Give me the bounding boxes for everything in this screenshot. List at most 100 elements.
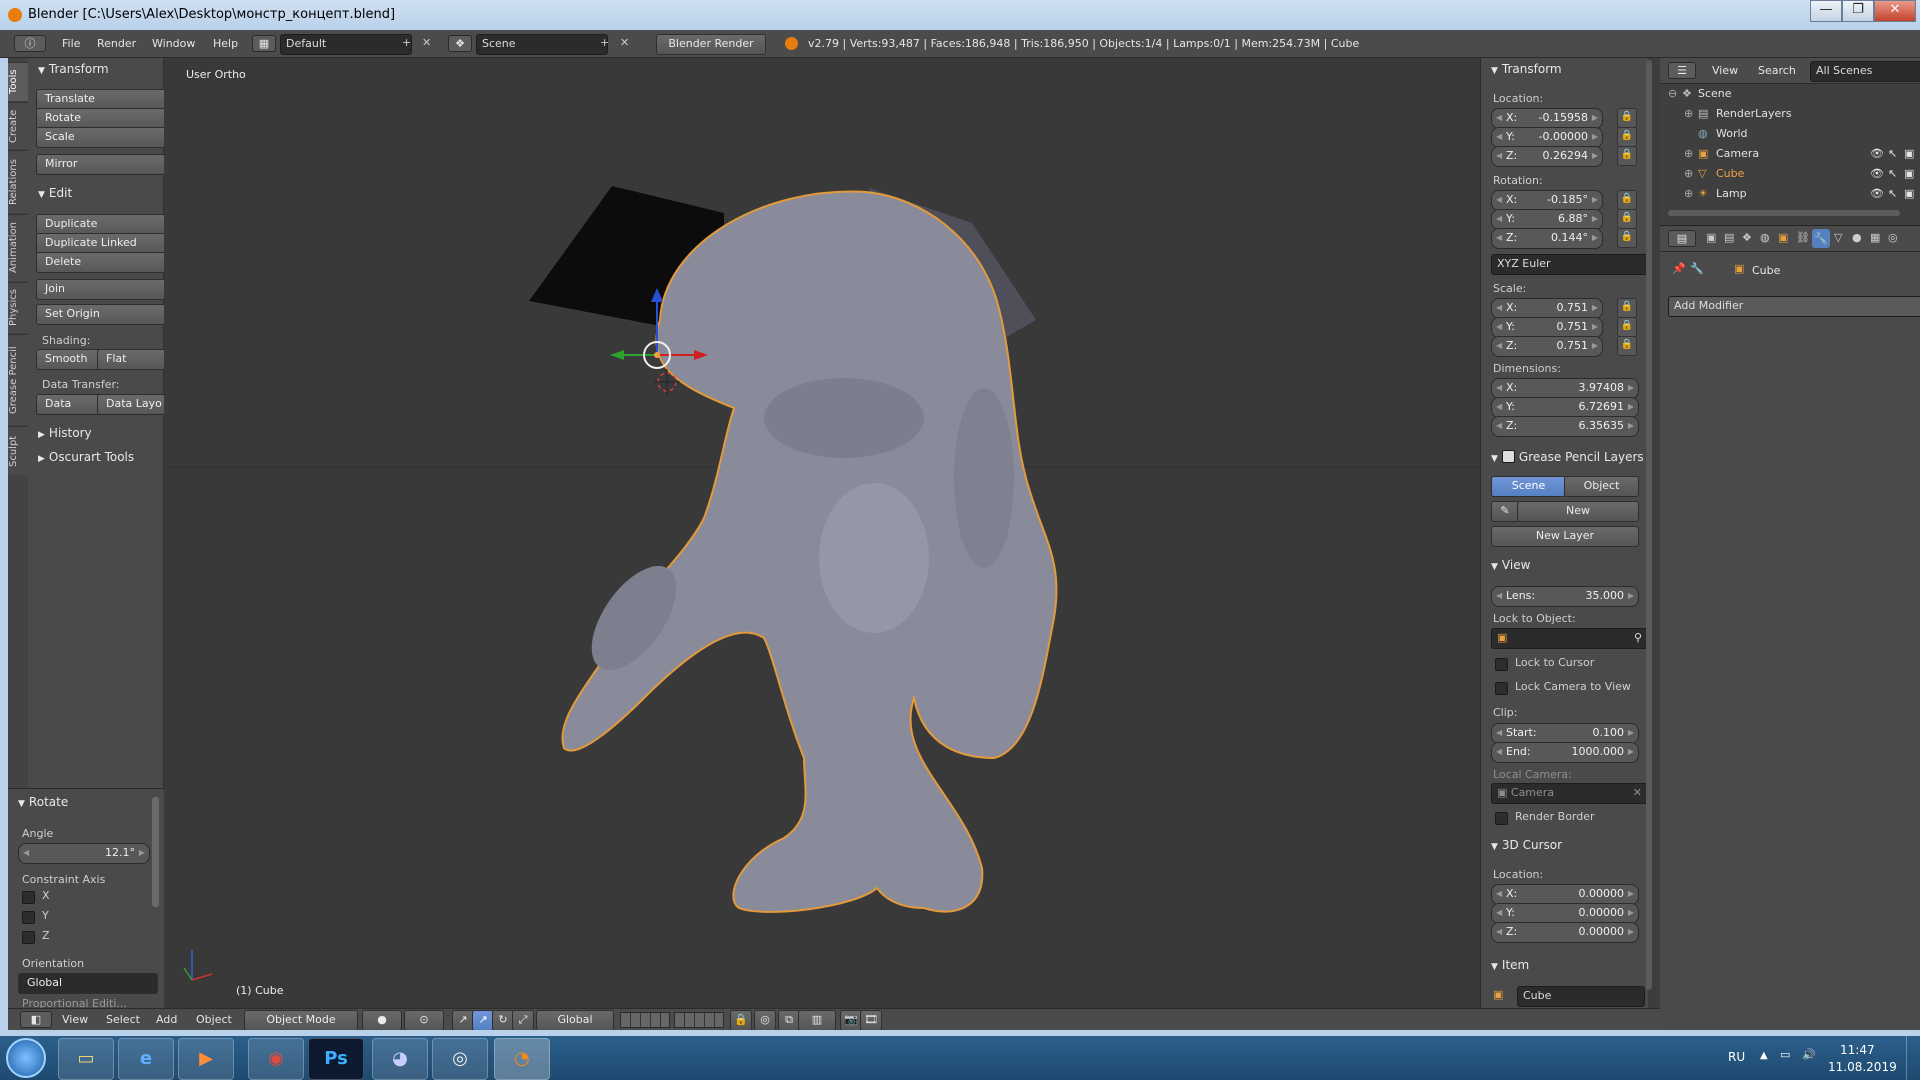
rotate-operator-header[interactable]: ▼ Rotate	[18, 795, 68, 809]
rotation-z-field[interactable]: ◀ Z: 0.144° ▶	[1491, 228, 1603, 249]
pin-icon[interactable]: 📌	[1672, 262, 1686, 275]
location-z-field[interactable]: ◀ Z: 0.26294 ▶	[1491, 146, 1603, 167]
outliner-search-menu[interactable]: Search	[1758, 64, 1796, 77]
lock-scale-x-icon[interactable]: 🔒	[1617, 298, 1637, 318]
media-player-taskbar-icon[interactable]: ▶	[178, 1038, 234, 1080]
add-layout-icon[interactable]: +	[402, 36, 411, 49]
cursor-y-field[interactable]: ◀ Y: 0.00000 ▶	[1491, 903, 1639, 924]
lock-location-z-icon[interactable]: 🔒	[1617, 146, 1637, 166]
join-button[interactable]: Join	[36, 279, 168, 300]
view-panel-header[interactable]: ▼ View	[1491, 558, 1530, 572]
add-menu[interactable]: Add	[156, 1013, 177, 1026]
menu-window[interactable]: Window	[152, 37, 195, 50]
grease-scene-button[interactable]: Scene	[1491, 476, 1566, 497]
modifiers-context-icon[interactable]: 🔧	[1812, 229, 1830, 248]
rotation-x-field[interactable]: ◀ X: -0.185° ▶	[1491, 190, 1603, 211]
grease-pencil-checkbox[interactable]	[1501, 450, 1515, 463]
lock-location-x-icon[interactable]: 🔒	[1617, 108, 1637, 128]
transform-orientation-dropdown[interactable]: Global	[536, 1010, 614, 1031]
screen-layout-field[interactable]: Default	[280, 34, 412, 55]
outliner-hscrollbar[interactable]	[1668, 210, 1900, 216]
outliner-camera-row[interactable]: ⊕ ▣ Camera 👁 ↖ ▣	[1660, 144, 1920, 164]
layers-grid-left[interactable]	[620, 1012, 670, 1028]
editor-type-info-icon[interactable]: ⓘ	[14, 35, 46, 52]
clock-time[interactable]: 11:47	[1840, 1043, 1875, 1057]
tab-relations[interactable]: Relations	[8, 150, 28, 213]
lock-location-y-icon[interactable]: 🔒	[1617, 127, 1637, 147]
close-window-button[interactable]: ✕	[1874, 0, 1916, 22]
scene-field[interactable]: Scene	[476, 34, 608, 55]
cube-render-icon[interactable]: ▣	[1904, 167, 1914, 180]
chrome-taskbar-icon[interactable]: ◉	[248, 1038, 304, 1080]
3d-view-editor-icon[interactable]: ◧	[20, 1011, 52, 1028]
lock-rotation-x-icon[interactable]: 🔒	[1617, 190, 1637, 210]
scale-manipulator-icon[interactable]: ⤢	[512, 1010, 534, 1031]
remove-layout-icon[interactable]: ✕	[422, 36, 431, 49]
shade-flat-button[interactable]: Flat	[97, 349, 168, 370]
tab-create[interactable]: Create	[8, 102, 28, 149]
scene-context-icon[interactable]: ❖	[1742, 231, 1752, 244]
grease-pencil-header[interactable]: ▼ Grease Pencil Layers	[1491, 448, 1644, 464]
tab-animation[interactable]: Animation	[8, 214, 28, 281]
3d-viewport[interactable]: User Ortho (1) Cube	[164, 58, 1480, 1008]
tab-sculpt[interactable]: Sculpt	[8, 426, 28, 475]
texture-context-icon[interactable]: ▦	[1870, 231, 1880, 244]
decrement-arrow-icon[interactable]: ◀	[23, 844, 29, 861]
n-panel-scrollbar[interactable]	[1646, 60, 1652, 990]
rotate-button[interactable]: Rotate	[36, 108, 168, 129]
scale-button[interactable]: Scale	[36, 127, 168, 148]
outliner-view-menu[interactable]: View	[1712, 64, 1738, 77]
operator-panel-scrollbar[interactable]	[152, 797, 159, 907]
render-layers-context-icon[interactable]: ▤	[1724, 231, 1734, 244]
snap-target-dropdown[interactable]: ▥	[798, 1010, 836, 1031]
start-button-icon[interactable]	[6, 1038, 46, 1078]
clip-end-field[interactable]: ◀ End: 1000.000 ▶	[1491, 742, 1639, 763]
scale-y-field[interactable]: ◀ Y: 0.751 ▶	[1491, 317, 1603, 338]
volume-icon[interactable]: 🔊	[1802, 1048, 1816, 1061]
history-panel-header[interactable]: ▶ History	[38, 426, 92, 440]
eyedropper-icon[interactable]: ⚲	[1634, 629, 1642, 646]
internet-explorer-taskbar-icon[interactable]: e	[118, 1038, 174, 1080]
render-animation-icon[interactable]: 🎞	[860, 1010, 882, 1031]
clip-start-field[interactable]: ◀ Start: 0.100 ▶	[1491, 723, 1639, 744]
layout-grid-icon[interactable]: ▦	[252, 35, 276, 52]
local-camera-field[interactable]: ▣ Camera ✕	[1491, 783, 1649, 804]
proportional-edit-icon[interactable]: ◎	[754, 1010, 776, 1031]
grease-new-button[interactable]: New	[1517, 501, 1639, 522]
view-menu[interactable]: View	[62, 1013, 88, 1026]
menu-file[interactable]: File	[62, 37, 80, 50]
scale-x-field[interactable]: ◀ X: 0.751 ▶	[1491, 298, 1603, 319]
object-menu[interactable]: Object	[196, 1013, 232, 1026]
rotate-manipulator-icon[interactable]: ↻	[492, 1010, 514, 1031]
duplicate-linked-button[interactable]: Duplicate Linked	[36, 233, 168, 254]
photoshop-taskbar-icon[interactable]: Ps	[308, 1038, 364, 1080]
data-layout-button[interactable]: Data Layo	[97, 394, 168, 415]
cube-visibility-eye-icon[interactable]: 👁	[1870, 167, 1884, 180]
n-transform-header[interactable]: ▼ Transform	[1491, 62, 1562, 76]
3d-cursor-header[interactable]: ▼ 3D Cursor	[1491, 838, 1562, 852]
menu-help[interactable]: Help	[213, 37, 238, 50]
lock-rotation-z-icon[interactable]: 🔒	[1617, 228, 1637, 248]
new-layer-button[interactable]: New Layer	[1491, 526, 1639, 547]
render-border-checkbox[interactable]	[1495, 812, 1508, 825]
pivot-point-dropdown[interactable]: ⊙	[404, 1010, 444, 1031]
rotation-y-field[interactable]: ◀ Y: 6.88° ▶	[1491, 209, 1603, 230]
manipulator-toggle-icon[interactable]: ↗	[452, 1010, 474, 1031]
orientation-dropdown[interactable]: Global	[18, 973, 158, 994]
minimize-button[interactable]: —	[1810, 0, 1842, 22]
properties-editor-icon[interactable]: ▤	[1668, 230, 1696, 247]
discord-taskbar-icon[interactable]: ◕	[372, 1038, 428, 1080]
constraints-context-icon[interactable]: ⛓	[1796, 231, 1810, 244]
remove-scene-icon[interactable]: ✕	[620, 36, 629, 49]
grease-pencil-icon[interactable]: ✎	[1491, 501, 1519, 522]
location-x-field[interactable]: ◀ X: -0.15958 ▶	[1491, 108, 1603, 129]
constraint-y-checkbox[interactable]	[22, 911, 35, 924]
blender-taskbar-icon[interactable]: ◔	[494, 1038, 550, 1080]
increment-arrow-icon[interactable]: ▶	[139, 844, 145, 861]
cursor-z-field[interactable]: ◀ Z: 0.00000 ▶	[1491, 922, 1639, 943]
scale-z-field[interactable]: ◀ Z: 0.751 ▶	[1491, 336, 1603, 357]
camera-select-cursor-icon[interactable]: ↖	[1888, 147, 1897, 160]
dimension-z-field[interactable]: ◀ Z: 6.35635 ▶	[1491, 416, 1639, 437]
add-modifier-dropdown[interactable]: Add Modifier	[1668, 296, 1920, 317]
oscurart-panel-header[interactable]: ▶ Oscurart Tools	[38, 450, 134, 464]
